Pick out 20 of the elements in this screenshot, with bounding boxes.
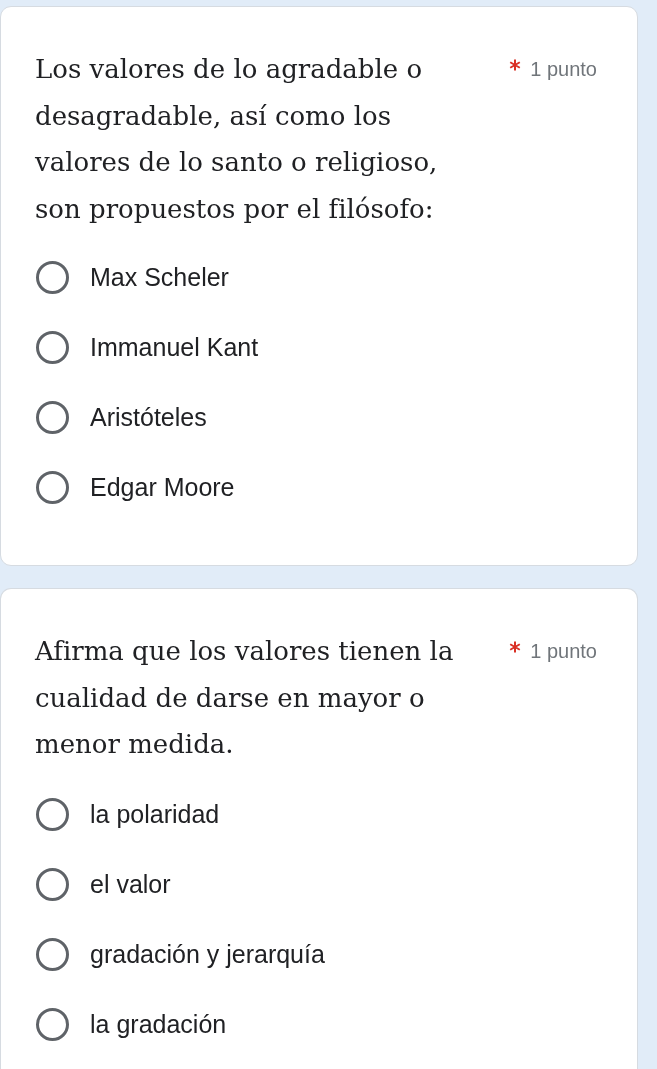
points-label: 1 punto [530,57,597,81]
radio-button[interactable] [36,400,69,434]
radio-button[interactable] [36,1008,69,1041]
option-label[interactable]: Aristóteles [90,402,207,432]
option-label[interactable]: gradación y jerarquía [90,940,325,969]
option-label[interactable]: el valor [90,870,171,899]
radio-button[interactable] [36,798,69,831]
radio-button[interactable] [36,470,69,504]
option-label[interactable]: la polaridad [90,800,220,829]
radio-button[interactable] [36,868,69,901]
radio-button[interactable] [36,260,69,294]
points-label: 1 punto [530,639,597,663]
radio-button[interactable] [36,938,69,971]
option-label[interactable]: Immanuel Kant [90,332,259,362]
option-label[interactable]: Max Scheler [90,262,229,292]
option-label[interactable]: la gradación [90,1010,227,1039]
radio-button[interactable] [36,330,69,364]
option-label[interactable]: Edgar Moore [90,472,235,502]
question-title: Afirma que los valores tienen la cualidad de darse en mayor o menor medida. [35,635,455,761]
question-title: Los valores de lo agradable o desagradable, así como los valores de lo santo o religioso, son propuestos por el filósofo: [35,53,439,226]
